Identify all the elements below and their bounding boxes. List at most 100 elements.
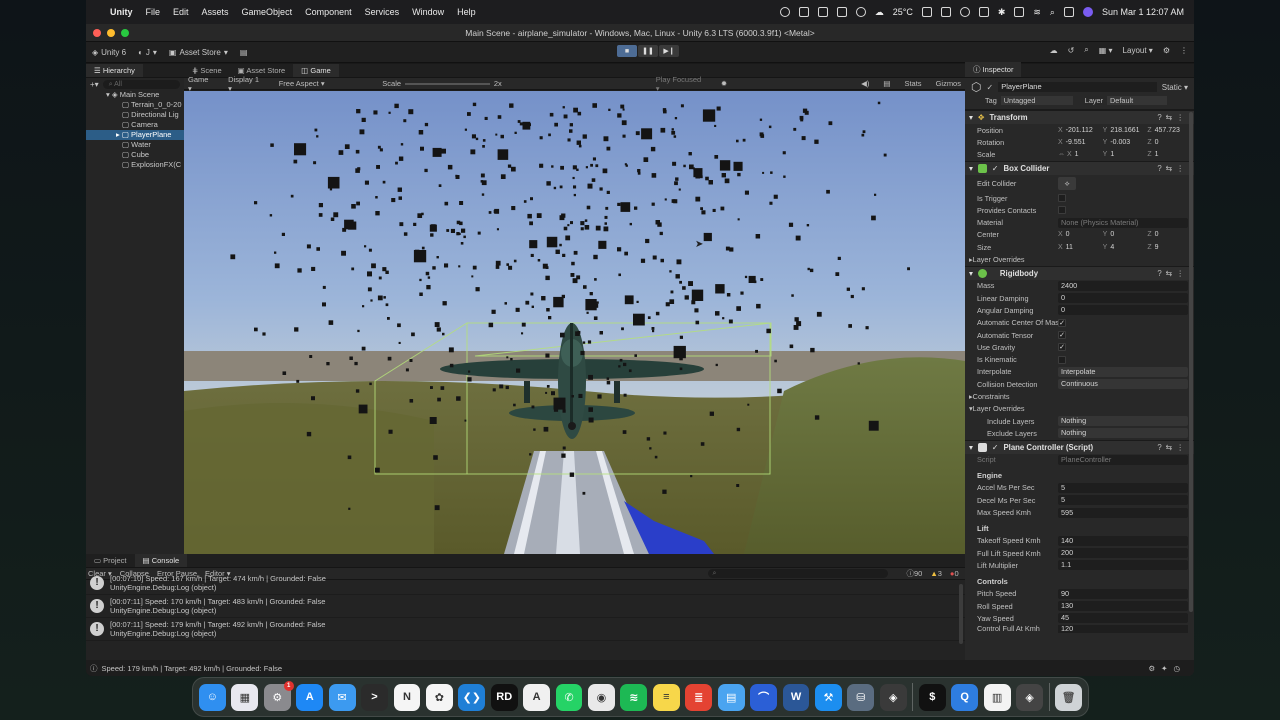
layers-button[interactable]: ▦ ▾ — [1099, 46, 1113, 55]
tree-item-cube[interactable]: ▢ Cube — [86, 150, 184, 160]
record-icon[interactable] — [779, 7, 790, 17]
game-render-canvas[interactable]: ➤ — [184, 91, 965, 554]
iterm-icon[interactable]: $ — [918, 683, 946, 711]
monitor-icon[interactable] — [855, 7, 866, 17]
unity-status-icon[interactable] — [798, 7, 809, 17]
database-icon[interactable]: ⛁ — [847, 683, 875, 711]
control-center-icon[interactable] — [1063, 7, 1074, 17]
full-lift-speed-field[interactable]: 200 — [1058, 548, 1188, 559]
menu-bar-clock[interactable]: Sun Mar 1 12:07 AM — [1102, 7, 1184, 17]
material-field[interactable]: None (Physics Material) — [1058, 217, 1188, 228]
tree-scene-row[interactable]: ▾ ◈ Main Scene — [86, 90, 184, 100]
position-x-field[interactable]: X -201.112 — [1058, 127, 1099, 134]
edit-collider-button[interactable]: ⟡ — [1058, 176, 1076, 190]
log-entry[interactable]: ! [00:07:11] Speed: 179 km/h | Target: 4… — [86, 618, 965, 641]
collider-layer-overrides-foldout[interactable]: ▸ Layer Overrides — [965, 253, 1194, 265]
gizmos-button[interactable]: Gizmos — [936, 79, 961, 88]
tree-item-water[interactable]: ▢ Water — [86, 140, 184, 150]
github-icon[interactable] — [817, 7, 828, 17]
collision-detection-dropdown[interactable]: Continuous — [1058, 379, 1188, 390]
mail-icon[interactable]: ✉ — [328, 683, 356, 711]
linear-damping-field[interactable]: 0 — [1058, 293, 1188, 304]
tree-item-playerplane[interactable]: ▸ ▢ PlayerPlane — [86, 130, 184, 140]
size-x-field[interactable]: X 11 — [1058, 244, 1099, 251]
exclude-layers-dropdown[interactable]: Nothing — [1058, 428, 1188, 439]
rotation-y-field[interactable]: Y -0.003 — [1103, 139, 1144, 146]
pitch-speed-field[interactable]: 90 — [1058, 588, 1188, 599]
takeoff-speed-field[interactable]: 140 — [1058, 535, 1188, 546]
package-button[interactable]: ▤ — [240, 48, 248, 57]
pause-button[interactable]: ❚❚ — [638, 45, 658, 57]
scale-x-field[interactable]: ⇔ X1 — [1058, 151, 1099, 158]
constraints-foldout[interactable]: ▸ Constraints — [965, 390, 1194, 402]
center-y-field[interactable]: Y0 — [1103, 231, 1144, 238]
inspector-scrollbar[interactable] — [1189, 112, 1193, 612]
hierarchy-search-input[interactable]: ⌕ All — [102, 79, 180, 89]
auto-tensor-checkbox[interactable]: ✓ — [1058, 331, 1066, 339]
size-y-field[interactable]: Y4 — [1103, 244, 1144, 251]
notes-icon[interactable]: ≡ — [652, 683, 680, 711]
vscode-icon[interactable]: ❮❯ — [458, 683, 486, 711]
menu-edit[interactable]: Edit — [173, 7, 189, 17]
frame-debug-icon[interactable]: ▤ — [883, 79, 890, 88]
transform-component-header[interactable]: ▾ ✥ Transform ?⇆⋮ — [965, 110, 1194, 124]
use-gravity-checkbox[interactable]: ✓ — [1058, 343, 1066, 352]
status-message[interactable]: Speed: 179 km/h | Target: 492 km/h | Gro… — [102, 664, 283, 673]
chrome-icon[interactable]: ◉ — [588, 683, 615, 711]
siri-icon[interactable] — [1082, 7, 1093, 17]
scale-slider[interactable]: Scale 2x — [382, 79, 501, 88]
rotation-x-field[interactable]: X -9.551 — [1058, 139, 1099, 146]
notion-status-icon[interactable] — [836, 7, 847, 17]
rotation-z-field[interactable]: Z0 — [1147, 139, 1188, 146]
box-collider-component-header[interactable]: ▾ ✓ Box Collider ?⇆⋮ — [965, 160, 1194, 175]
display-dropdown[interactable]: Display 1 ▾ — [228, 75, 265, 93]
app-menu[interactable]: Unity — [110, 7, 133, 17]
decel-field[interactable]: 5 — [1058, 495, 1188, 506]
asset-store-dropdown[interactable]: ▣ Asset Store ▾ — [169, 48, 228, 57]
object-active-checkbox[interactable]: ✓ — [986, 83, 993, 92]
position-y-field[interactable]: Y 218.1661 — [1103, 127, 1144, 134]
spotify-icon[interactable]: ≋ — [620, 683, 648, 711]
play-status-icon[interactable] — [959, 7, 970, 17]
log-entry[interactable]: ! [00:07:11] Speed: 170 km/h | Target: 4… — [86, 595, 965, 618]
scale-slider-track[interactable] — [405, 82, 490, 85]
todoist-icon[interactable]: ≣ — [685, 683, 713, 711]
max-speed-field[interactable]: 595 — [1058, 507, 1188, 518]
component-actions-icons[interactable]: ?⇆⋮ — [1157, 164, 1188, 173]
word-icon[interactable]: W — [782, 683, 810, 711]
log-info-toggle[interactable]: ⓘ90 — [906, 568, 922, 579]
xcode-tools-icon[interactable]: A — [523, 683, 551, 711]
unity-version-button[interactable]: ◈ Unity 6 — [92, 48, 126, 57]
tab-project[interactable]: ▭ Project — [86, 554, 135, 567]
play-focused-dropdown[interactable]: Play Focused ▾ — [656, 75, 707, 93]
bluetooth-icon[interactable]: ✱ — [998, 7, 1006, 18]
box-collider-enabled-checkbox[interactable]: ✓ — [992, 164, 999, 173]
log-warning-toggle[interactable]: ▲3 — [930, 569, 942, 578]
xcode-icon[interactable]: ⚒ — [815, 683, 842, 711]
lift-multiplier-field[interactable]: 1.1 — [1058, 560, 1188, 571]
preview-icon[interactable]: ▥ — [983, 683, 1011, 711]
mass-field[interactable]: 2400 — [1058, 280, 1188, 291]
center-z-field[interactable]: Z0 — [1147, 231, 1188, 238]
interpolate-dropdown[interactable]: Interpolate — [1058, 366, 1188, 377]
layout-dropdown[interactable]: Layout ▾ — [1123, 46, 1153, 55]
center-x-field[interactable]: X0 — [1058, 231, 1099, 238]
menu-assets[interactable]: Assets — [202, 7, 229, 17]
tree-item-explosionfx[interactable]: ▢ ExplosionFX(C — [86, 160, 184, 170]
tab-game[interactable]: ◫ Game — [293, 64, 339, 77]
angular-damping-field[interactable]: 0 — [1058, 305, 1188, 316]
menu-window[interactable]: Window — [412, 7, 444, 17]
log-error-toggle[interactable]: ●0 — [950, 569, 959, 578]
plane-controller-component-header[interactable]: ▾ ✓ Plane Controller (Script) ?⇆⋮ — [965, 439, 1194, 454]
is-kinematic-checkbox[interactable] — [1058, 355, 1066, 364]
unity-icon[interactable]: ◈ — [1016, 683, 1043, 711]
menu-gameobject[interactable]: GameObject — [242, 7, 293, 17]
tree-item-light[interactable]: ▢ Directional Lig — [86, 110, 184, 120]
account-dropdown[interactable]: ◐ J ▾ — [138, 48, 157, 57]
control-full-field[interactable]: 120 — [1058, 624, 1188, 633]
history-icon[interactable]: ↺ — [1068, 46, 1075, 55]
console-search-input[interactable]: ⌕ — [708, 569, 889, 578]
media-icon[interactable] — [940, 7, 951, 17]
trash-icon[interactable]: 🗑 — [1055, 683, 1082, 711]
layer-dropdown[interactable]: Default — [1107, 95, 1168, 105]
